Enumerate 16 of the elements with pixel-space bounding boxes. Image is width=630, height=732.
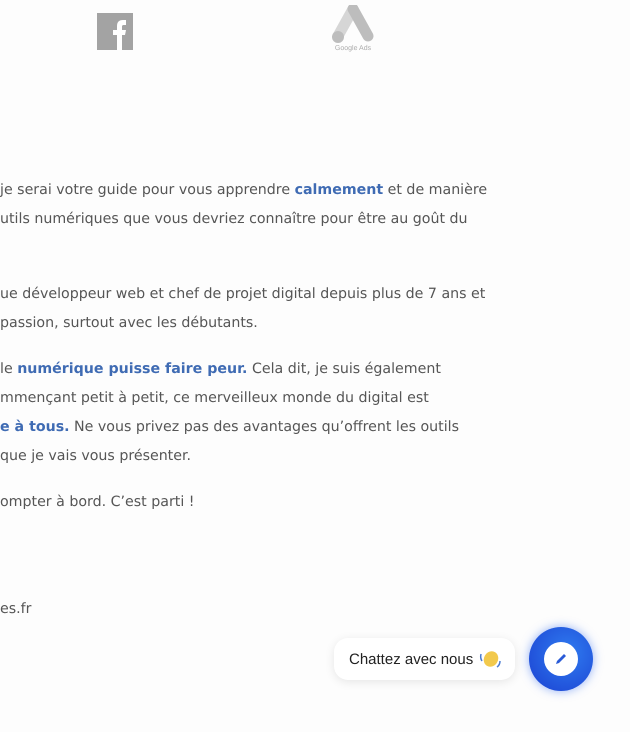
text-line: mmençant petit à petit, ce merveilleux monde du digital est	[0, 389, 430, 408]
text-line: ue développeur web et chef de projet digital depuis plus de 7 ans et	[0, 285, 486, 304]
text-line: je serai votre guide pour vous apprendre calmement et de manière	[0, 181, 488, 200]
text-line: ompter à bord. C’est parti !	[0, 493, 196, 512]
text-line: passion, surtout avec les débutants.	[0, 314, 259, 333]
text-line: utils numériques que vous devriez connaître pour être au goût du	[0, 210, 469, 229]
text-line: e à tous. Ne vous privez pas des avantages qu’offrent les outils	[0, 418, 460, 437]
text-line: que je vais vous présenter.	[0, 447, 192, 466]
waving-hand-icon	[479, 648, 502, 670]
text-line: le numérique puisse faire peur. Cela dit, je suis également	[0, 360, 442, 379]
chat-prompt[interactable]: Chattez avec nous	[334, 638, 516, 680]
facebook-logo-icon	[97, 13, 133, 50]
chat-label: Chattez avec nous	[349, 650, 474, 668]
google-ads-logo-icon	[330, 5, 376, 45]
text-line: es.fr	[0, 600, 32, 619]
chat-button[interactable]	[529, 627, 594, 691]
